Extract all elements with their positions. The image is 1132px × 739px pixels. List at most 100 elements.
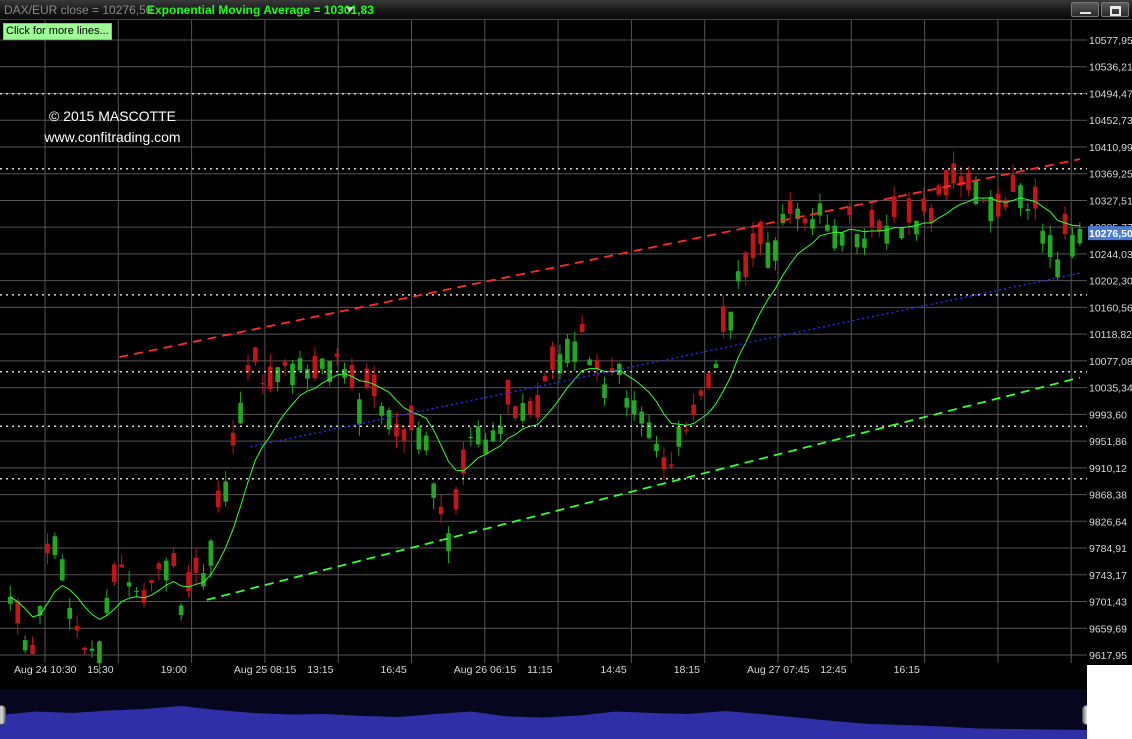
mid-trend-line	[250, 272, 1081, 448]
y-tick-label: 9784,91	[1089, 543, 1127, 555]
candle-up	[423, 435, 429, 451]
candle-down	[453, 489, 459, 510]
watermark-url: www.confitrading.com	[44, 129, 181, 145]
candle-down	[230, 432, 236, 446]
y-tick-label: 9868,38	[1089, 490, 1127, 502]
candle-down	[787, 200, 793, 214]
candle-down	[743, 252, 748, 278]
candle-up	[973, 180, 979, 205]
candle-down	[750, 233, 756, 259]
candle-down	[438, 506, 444, 515]
candle-up	[468, 436, 474, 439]
candle-down	[802, 218, 808, 224]
price-chart[interactable]: 10577,95 10536,21 10494,47 10452,73 10410,99…	[0, 0, 1132, 689]
dropdown-icon[interactable]	[346, 7, 354, 12]
y-tick-label: 10536,21	[1089, 62, 1132, 74]
candle-down	[1010, 174, 1016, 193]
candle-down	[698, 390, 704, 396]
x-tick-label: 12:45	[820, 664, 846, 676]
candle-up	[416, 427, 422, 450]
candle-up	[379, 406, 384, 416]
x-tick-label: 13:15	[307, 664, 333, 676]
y-tick-label: 10160,56	[1089, 302, 1132, 314]
candle-down	[74, 625, 80, 631]
candle-up	[587, 359, 592, 366]
candle-up	[654, 443, 659, 452]
candle-down	[877, 220, 882, 232]
y-tick-label: 10494,47	[1089, 88, 1132, 100]
candle-down	[119, 564, 125, 568]
candle-down	[171, 553, 177, 566]
x-tick-label: 14:45	[600, 664, 626, 676]
y-tick-label: 9826,64	[1089, 516, 1127, 528]
candle-down	[1003, 199, 1008, 208]
y-tick-label: 10452,73	[1089, 115, 1132, 127]
y-tick-label: 9617,95	[1089, 650, 1127, 662]
candle-up	[22, 640, 28, 651]
candle-down	[981, 199, 986, 201]
candle-down	[995, 193, 1001, 217]
candle-down	[82, 647, 87, 651]
y-tick-label: 10202,30	[1089, 276, 1132, 288]
candle-up	[357, 399, 362, 425]
candle-down	[505, 379, 511, 405]
candle-down	[186, 572, 191, 592]
candle-up	[862, 238, 867, 248]
watermark-copyright: © 2015 MASCOTTE	[48, 108, 177, 124]
candle-up	[557, 354, 563, 374]
candle-down	[312, 355, 318, 379]
candle-up	[825, 224, 830, 231]
y-tick-label: 9659,69	[1089, 623, 1127, 635]
y-tick-label: 9910,12	[1089, 463, 1127, 475]
candle-up	[713, 363, 719, 369]
ema-indicator-label[interactable]: Exponential Moving Average = 10301,83	[147, 3, 374, 17]
candle-up	[572, 341, 578, 362]
candle-down	[921, 198, 927, 212]
candle-down	[943, 170, 949, 196]
candle-up	[490, 430, 496, 442]
x-tick-label: Aug 26 06:15	[454, 664, 517, 676]
y-tick-label: 10035,34	[1089, 383, 1132, 395]
x-tick-label: 16:15	[894, 664, 920, 676]
candle-down	[111, 564, 117, 582]
y-tick-label: 10077,08	[1089, 356, 1132, 368]
candle-down	[401, 429, 407, 441]
maximize-button[interactable]	[1101, 2, 1129, 17]
candle-up	[126, 582, 132, 587]
candle-up	[1070, 235, 1075, 257]
candle-down	[936, 185, 942, 195]
candle-up	[67, 607, 73, 619]
y-tick-label: 9993,60	[1089, 409, 1127, 421]
minimize-button[interactable]	[1071, 2, 1099, 17]
candle-down	[513, 406, 518, 419]
candle-up	[134, 590, 139, 592]
candle-up	[238, 402, 243, 424]
candle-up	[810, 219, 815, 229]
x-tick-label: Aug 25 08:15	[234, 664, 297, 676]
scroll-handle-left[interactable]	[0, 705, 6, 725]
candle-up	[208, 540, 214, 566]
more-lines-button[interactable]: Click for more lines...	[3, 23, 112, 40]
candle-up	[163, 560, 169, 581]
candle-up	[914, 220, 919, 235]
candle-up	[223, 481, 229, 502]
candle-up	[899, 227, 904, 239]
candle-down	[683, 429, 689, 432]
candle-down	[951, 163, 956, 184]
x-tick-label: 11:15	[527, 664, 553, 676]
candle-up	[624, 398, 630, 408]
candle-down	[669, 464, 674, 467]
candle-up	[988, 196, 994, 222]
candle-down	[253, 347, 258, 363]
candle-up	[602, 384, 607, 399]
ema-line	[10, 197, 1080, 620]
candle-up	[97, 641, 102, 664]
candle-up	[735, 271, 741, 282]
y-tick-label: 10327,51	[1089, 195, 1132, 207]
candle-down	[966, 172, 971, 191]
candle-up	[639, 411, 644, 424]
candle-up	[178, 605, 184, 616]
candle-up	[631, 400, 637, 415]
candle-down	[156, 563, 162, 569]
navigator-overview[interactable]	[0, 689, 1091, 739]
